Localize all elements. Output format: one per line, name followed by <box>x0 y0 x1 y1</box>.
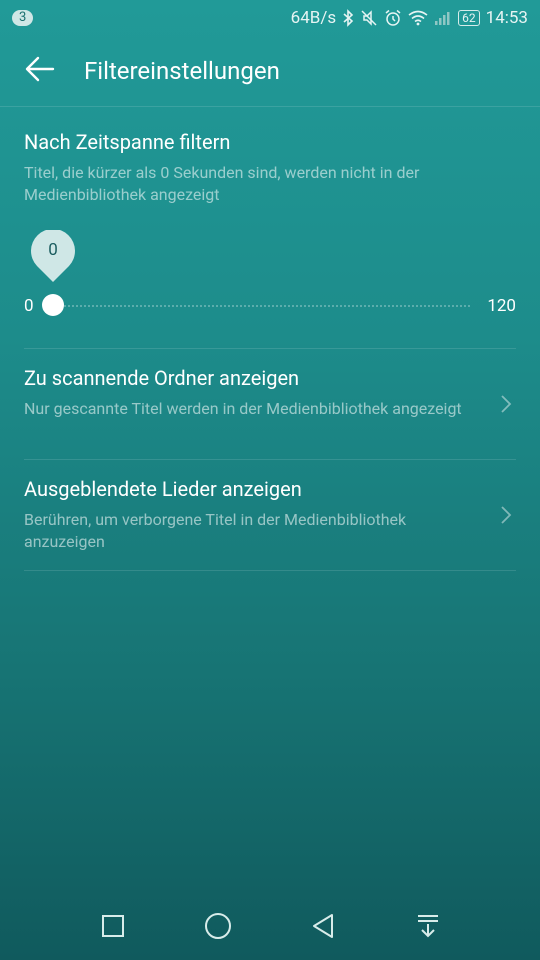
square-nav-icon <box>101 914 125 942</box>
slider-max-label: 120 <box>487 296 516 316</box>
duration-filter-description: Titel, die kürzer als 0 Sekunden sind, w… <box>24 163 420 204</box>
slider-thumb[interactable] <box>42 294 64 316</box>
recent-apps-button[interactable] <box>93 908 133 948</box>
clock: 14:53 <box>485 8 528 28</box>
home-button[interactable] <box>198 908 238 948</box>
show-scan-folders-row[interactable]: Zu scannende Ordner anzeigen Nur gescann… <box>24 366 516 458</box>
back-button[interactable] <box>0 36 80 106</box>
battery-icon: 62 <box>458 10 480 26</box>
duration-slider[interactable]: 0 0 120 <box>24 226 516 326</box>
duration-filter-section: Nach Zeitspanne filtern Titel, die kürze… <box>24 130 516 206</box>
circle-nav-icon <box>204 912 232 944</box>
slider-value-bubble: 0 <box>30 228 76 284</box>
slider-track[interactable] <box>52 305 472 307</box>
divider <box>24 348 516 349</box>
notification-pull-button[interactable] <box>408 908 448 948</box>
back-nav-button[interactable] <box>303 908 343 948</box>
notification-count-badge: 3 <box>12 10 34 26</box>
divider <box>24 570 516 571</box>
wifi-icon <box>408 10 428 26</box>
status-icons: 64B/s 62 14:53 <box>291 8 528 28</box>
app-bar: Filtereinstellungen <box>0 36 540 107</box>
mute-icon <box>360 9 378 27</box>
chevron-right-icon <box>500 505 512 529</box>
row-title: Ausgeblendete Lieder anzeigen <box>24 477 302 501</box>
duration-filter-heading: Nach Zeitspanne filtern <box>24 130 231 154</box>
divider <box>24 459 516 460</box>
row-title: Zu scannende Ordner anzeigen <box>24 366 300 390</box>
triangle-back-nav-icon <box>311 913 335 943</box>
bluetooth-icon <box>342 9 354 27</box>
status-bar: 3 64B/s 62 14:53 <box>0 0 540 36</box>
show-hidden-songs-row[interactable]: Ausgeblendete Lieder anzeigen Berühren, … <box>24 477 516 569</box>
notification-pull-icon <box>416 913 440 943</box>
slider-min-label: 0 <box>24 296 34 316</box>
row-subtitle: Nur gescannte Titel werden in der Medien… <box>24 399 462 418</box>
page-title: Filtereinstellungen <box>84 57 280 85</box>
system-nav-bar <box>0 896 540 960</box>
back-arrow-icon <box>25 56 55 86</box>
slider-value: 0 <box>48 240 58 260</box>
chevron-right-icon <box>500 394 512 418</box>
network-speed: 64B/s <box>290 8 337 28</box>
row-subtitle: Berühren, um verborgene Titel in der Med… <box>24 510 407 551</box>
alarm-icon <box>384 9 402 27</box>
signal-icon <box>434 10 452 26</box>
